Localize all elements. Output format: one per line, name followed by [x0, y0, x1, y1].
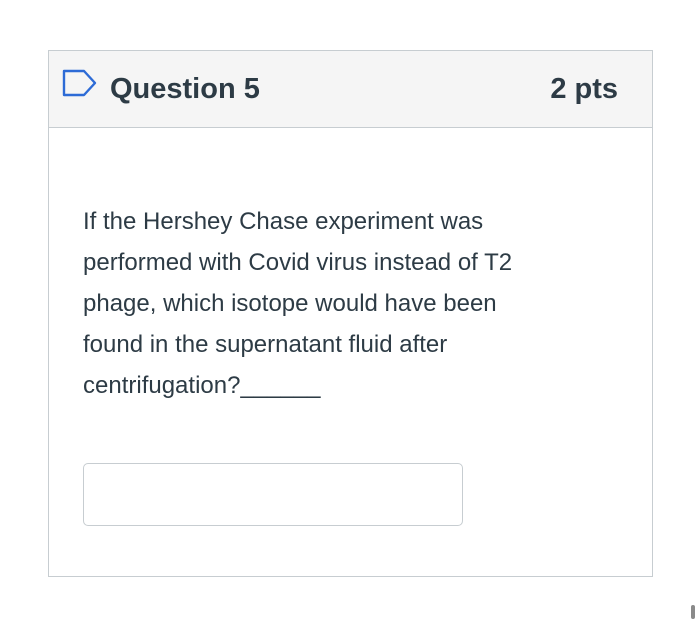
- question-text-line: found in the supernatant fluid after: [83, 331, 448, 358]
- question-body: If the Hershey Chase experiment was perf…: [49, 128, 652, 576]
- flag-outline-icon[interactable]: [62, 69, 98, 97]
- question-header: Question 5 2 pts: [49, 51, 652, 128]
- scroll-indicator: [691, 605, 695, 619]
- answer-input[interactable]: [83, 463, 463, 526]
- question-text-line: performed with Covid virus instead of T2: [83, 249, 513, 276]
- question-text-line: phage, which isotope would have been: [83, 290, 497, 317]
- question-points: 2 pts: [550, 73, 618, 105]
- question-card: Question 5 2 pts If the Hershey Chase ex…: [48, 50, 653, 577]
- question-title: Question 5: [110, 73, 260, 105]
- page: Question 5 2 pts If the Hershey Chase ex…: [0, 0, 700, 619]
- question-text-line: If the Hershey Chase experiment was: [83, 208, 484, 235]
- question-text-line: centrifugation?______: [83, 372, 321, 399]
- question-text: If the Hershey Chase experiment was perf…: [83, 201, 603, 406]
